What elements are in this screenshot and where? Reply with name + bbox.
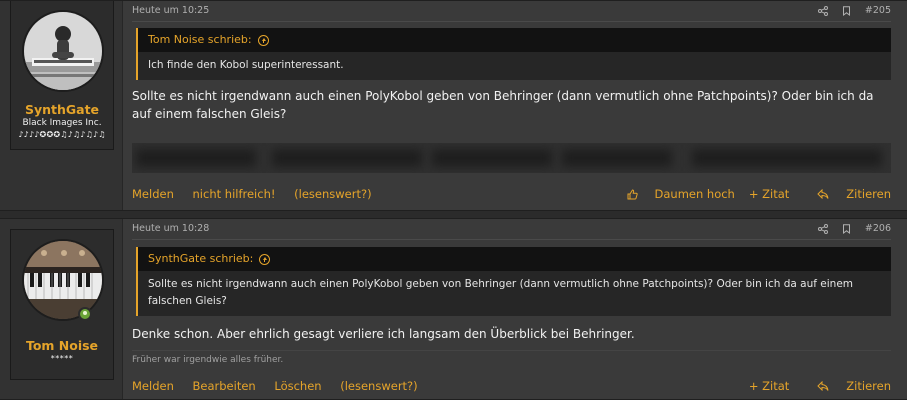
quote-block: SynthGate schrieb: Sollte es nicht irgen…	[136, 247, 891, 316]
post-message: Denke schon. Aber ehrlich gesagt verlier…	[132, 327, 635, 341]
username[interactable]: SynthGate	[11, 102, 113, 117]
quote-text: Ich finde den Kobol superinteressant.	[148, 59, 344, 71]
online-status-indicator	[78, 307, 92, 321]
not-helpful-link[interactable]: nicht hilfreich!	[193, 187, 276, 201]
post-206: Tom Noise ***** Heute um 10:28 #206 Synt…	[0, 218, 907, 400]
user-sidebar: Tom Noise *****	[0, 219, 123, 399]
reply-label: Zitieren	[846, 379, 891, 393]
add-quote-button[interactable]: + Zitat	[749, 379, 789, 393]
username[interactable]: Tom Noise	[11, 338, 113, 353]
arrow-up-circle-icon[interactable]	[257, 34, 269, 46]
quote-header[interactable]: SynthGate schrieb:	[138, 247, 891, 271]
quote-block: Tom Noise schrieb: Ich finde den Kobol s…	[136, 28, 891, 80]
user-card: Tom Noise *****	[10, 229, 114, 380]
user-title: Black Images Inc.	[22, 118, 102, 128]
reply-quote-button[interactable]: Zitieren	[803, 187, 891, 201]
signature: Früher war irgendwie alles früher.	[132, 355, 284, 365]
thumbs-up-label: Daumen hoch	[654, 187, 735, 201]
post-timestamp[interactable]: Heute um 10:28	[132, 223, 209, 234]
quote-author: SynthGate schrieb:	[148, 252, 254, 265]
avatar[interactable]	[22, 239, 104, 321]
worth-reading-link[interactable]: (lesenswert?)	[294, 187, 371, 201]
share-icon[interactable]	[817, 5, 828, 16]
divider	[132, 21, 891, 22]
signature-divider	[132, 350, 891, 351]
bookmark-icon[interactable]	[842, 5, 851, 16]
bookmark-icon[interactable]	[842, 223, 851, 234]
post-meta: Heute um 10:25 #205	[132, 5, 891, 19]
delete-link[interactable]: Löschen	[274, 379, 321, 393]
blurred-content	[132, 143, 891, 173]
share-icon[interactable]	[817, 223, 828, 234]
post-number[interactable]: #206	[865, 223, 891, 234]
arrow-up-circle-icon[interactable]	[259, 253, 271, 265]
post-205: SynthGate Black Images Inc. ♪♪♪♪✪✪✪♫♪♫♪♫…	[0, 0, 907, 211]
avatar[interactable]	[22, 10, 104, 92]
reply-icon	[817, 381, 829, 391]
quote-text: Sollte es nicht irgendwann auch einen Po…	[148, 278, 854, 307]
user-banner: ♪♪♪♪✪✪✪♫♪♫♪♫♪♫	[18, 130, 106, 139]
post-main: Heute um 10:25 #205 Tom Noise schrieb: I…	[132, 1, 891, 210]
add-quote-button[interactable]: + Zitat	[749, 187, 789, 201]
thumbs-up-icon	[627, 188, 638, 200]
edit-link[interactable]: Bearbeiten	[193, 379, 256, 393]
user-sidebar: SynthGate Black Images Inc. ♪♪♪♪✪✪✪♫♪♫♪♫…	[0, 1, 123, 210]
avatar-image	[24, 12, 102, 90]
user-rank: *****	[50, 354, 74, 363]
reply-icon	[817, 189, 829, 199]
post-timestamp[interactable]: Heute um 10:25	[132, 5, 209, 16]
reply-label: Zitieren	[846, 187, 891, 201]
worth-reading-link[interactable]: (lesenswert?)	[340, 379, 417, 393]
quote-author: Tom Noise schrieb:	[148, 33, 252, 46]
divider	[132, 239, 891, 240]
thumbs-up-button[interactable]: Daumen hoch	[613, 187, 735, 201]
quote-header[interactable]: Tom Noise schrieb:	[138, 28, 891, 52]
avatar-image	[24, 241, 102, 319]
post-meta: Heute um 10:28 #206	[132, 223, 891, 237]
post-message: Sollte es nicht irgendwann auch einen Po…	[132, 89, 874, 121]
post-main: Heute um 10:28 #206 SynthGate schrieb: S…	[132, 219, 891, 399]
reply-quote-button[interactable]: Zitieren	[803, 379, 891, 393]
report-link[interactable]: Melden	[132, 187, 174, 201]
post-number[interactable]: #205	[865, 5, 891, 16]
user-card: SynthGate Black Images Inc. ♪♪♪♪✪✪✪♫♪♫♪♫…	[10, 1, 114, 150]
report-link[interactable]: Melden	[132, 379, 174, 393]
